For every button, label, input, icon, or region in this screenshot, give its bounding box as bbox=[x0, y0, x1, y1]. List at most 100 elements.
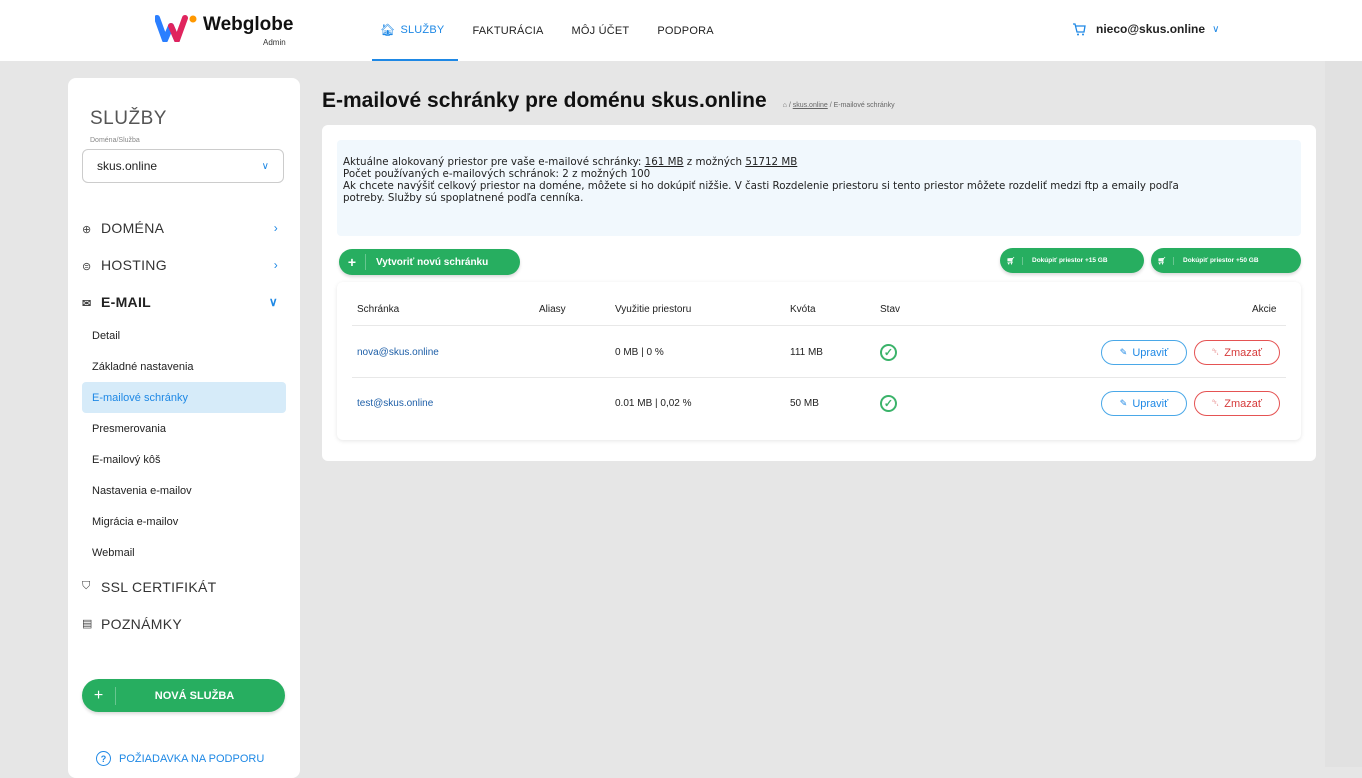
info-text: Aktuálne alokovaný priestor pre vaše e-m… bbox=[343, 156, 645, 168]
domain-select-value: skus.online bbox=[97, 159, 158, 173]
domain-select[interactable]: skus.online ∨ bbox=[82, 149, 284, 183]
sidebar-item-label: HOSTING bbox=[101, 256, 167, 273]
account-menu[interactable]: nieco@skus.online ∨ bbox=[1072, 22, 1219, 36]
support-request-link[interactable]: ? POŽIADAVKA NA PODPORU bbox=[96, 751, 264, 766]
edit-label: Upraviť bbox=[1132, 397, 1169, 410]
sidebar-item-label: POZNÁMKY bbox=[101, 615, 182, 632]
home-icon: 🏠︎ bbox=[380, 22, 396, 37]
col-header-mailbox: Schránka bbox=[357, 304, 400, 315]
new-service-button[interactable]: + NOVÁ SLUŽBA bbox=[82, 679, 285, 712]
chevron-right-icon: › bbox=[273, 257, 278, 272]
info-line-1: Aktuálne alokovaný priestor pre vaše e-m… bbox=[343, 156, 1301, 168]
sidebar-subtitle: Doména/Služba bbox=[90, 137, 140, 144]
mailbox-link[interactable]: nova@skus.online bbox=[357, 347, 439, 358]
notes-icon: ▤ bbox=[82, 618, 93, 630]
new-service-label: NOVÁ SLUŽBA bbox=[154, 689, 235, 702]
nav-label: MÔJ ÚČET bbox=[571, 24, 630, 37]
create-mailbox-button[interactable]: + Vytvoriť novú schránku bbox=[339, 249, 520, 275]
main-nav: 🏠︎ SLUŽBY FAKTURÁCIA MÔJ ÚČET PODPORA bbox=[372, 0, 728, 61]
status-ok-icon: ✓ bbox=[880, 344, 897, 361]
cart-icon[interactable] bbox=[1072, 22, 1086, 36]
sidebar-item-hosting[interactable]: ⊜ HOSTING › bbox=[82, 246, 286, 283]
sidebar-subitem-presmerovania[interactable]: Presmerovania bbox=[82, 413, 286, 444]
col-header-aliases: Aliasy bbox=[539, 304, 566, 315]
info-line-2: Počet používaných e-mailových schránok: … bbox=[343, 168, 651, 180]
cart-icon: 🛒︎ bbox=[1000, 256, 1023, 265]
brand-name: Webglobe bbox=[203, 14, 294, 35]
nav-podpora[interactable]: PODPORA bbox=[643, 0, 727, 61]
sidebar-item-ssl[interactable]: ⛉ SSL CERTIFIKÁT bbox=[82, 568, 286, 605]
sidebar-subitem-migracia-emailov[interactable]: Migrácia e-mailov bbox=[82, 506, 286, 537]
edit-button[interactable]: ✎ Upraviť bbox=[1101, 391, 1187, 416]
question-icon: ? bbox=[96, 751, 111, 766]
edit-label: Upraviť bbox=[1132, 346, 1169, 359]
sidebar: SLUŽBY Doména/Služba skus.online ∨ ⊕ DOMÉ… bbox=[68, 78, 300, 778]
sidebar-item-poznamky[interactable]: ▤ POZNÁMKY bbox=[82, 605, 286, 642]
sidebar-subitem-emailovy-kos[interactable]: E-mailový kôš bbox=[82, 444, 286, 475]
create-mailbox-label: Vytvoriť novú schránku bbox=[376, 256, 489, 268]
home-icon[interactable]: ⌂ bbox=[783, 102, 787, 109]
email-submenu: Detail Základné nastavenia E-mailové sch… bbox=[82, 320, 286, 568]
mailbox-link[interactable]: test@skus.online bbox=[357, 398, 433, 409]
sidebar-subitem-zakladne-nastavenia[interactable]: Základné nastavenia bbox=[82, 351, 286, 382]
sidebar-menu: ⊕ DOMÉNA › ⊜ HOSTING › ✉︎ E-MAIL ∨ Detail Z… bbox=[82, 209, 286, 642]
account-email: nieco@skus.online bbox=[1096, 22, 1206, 36]
allocated-space: 161 MB bbox=[644, 156, 684, 168]
delete-button[interactable]: ␡ Zmazať bbox=[1194, 391, 1280, 416]
right-strip bbox=[1325, 61, 1362, 767]
col-header-usage: Využitie priestoru bbox=[615, 304, 692, 315]
table-divider bbox=[352, 325, 1286, 326]
info-line-3: Ak chcete navýšiť celkový priestor na do… bbox=[343, 180, 1179, 192]
top-bar: Webglobe Admin 🏠︎ SLUŽBY FAKTURÁCIA MÔJ … bbox=[0, 0, 1362, 61]
buy-50gb-label: Dokúpiť priestor +50 GB bbox=[1183, 257, 1259, 264]
sidebar-item-label: E-MAIL bbox=[101, 293, 152, 310]
buy-50gb-button[interactable]: 🛒︎ Dokúpiť priestor +50 GB bbox=[1151, 248, 1301, 273]
edit-icon: ✎ bbox=[1119, 398, 1128, 408]
main-card: Aktuálne alokovaný priestor pre vaše e-m… bbox=[322, 125, 1316, 461]
breadcrumb: ⌂ / skus.online / E-mailové schránky bbox=[782, 102, 895, 109]
sidebar-item-email[interactable]: ✉︎ E-MAIL ∨ bbox=[82, 283, 286, 320]
brand-sub: Admin bbox=[263, 38, 286, 47]
nav-label: FAKTURÁCIA bbox=[472, 24, 544, 37]
col-header-quota: Kvóta bbox=[790, 304, 816, 315]
buy-15gb-label: Dokúpiť priestor +15 GB bbox=[1032, 257, 1108, 264]
sidebar-subitem-nastavenia-emailov[interactable]: Nastavenia e-mailov bbox=[82, 475, 286, 506]
envelope-icon: ✉︎ bbox=[82, 297, 92, 310]
delete-label: Zmazať bbox=[1224, 346, 1262, 359]
delete-button[interactable]: ␡ Zmazať bbox=[1194, 340, 1280, 365]
globe-icon: ⊕ bbox=[82, 223, 92, 236]
quota-cell: 111 MB bbox=[790, 347, 823, 358]
edit-button[interactable]: ✎ Upraviť bbox=[1101, 340, 1187, 365]
sidebar-subitem-webmail[interactable]: Webmail bbox=[82, 537, 286, 568]
nav-sluzby[interactable]: 🏠︎ SLUŽBY bbox=[372, 0, 459, 61]
logo[interactable]: Webglobe Admin bbox=[155, 14, 294, 47]
col-header-actions: Akcie bbox=[1252, 304, 1277, 315]
sidebar-subitem-detail[interactable]: Detail bbox=[82, 320, 286, 351]
info-box: Aktuálne alokovaný priestor pre vaše e-m… bbox=[337, 140, 1301, 236]
edit-icon: ✎ bbox=[1119, 347, 1128, 357]
buy-15gb-button[interactable]: 🛒︎ Dokúpiť priestor +15 GB bbox=[1000, 248, 1144, 273]
nav-fakturacia[interactable]: FAKTURÁCIA bbox=[458, 0, 557, 61]
support-label: POŽIADAVKA NA PODPORU bbox=[119, 752, 265, 765]
nav-moj-ucet[interactable]: MÔJ ÚČET bbox=[558, 0, 644, 61]
sidebar-item-label: SSL CERTIFIKÁT bbox=[101, 578, 217, 595]
sidebar-item-label: DOMÉNA bbox=[101, 219, 165, 236]
sidebar-item-domena[interactable]: ⊕ DOMÉNA › bbox=[82, 209, 286, 246]
plus-icon: + bbox=[339, 254, 366, 270]
table-divider bbox=[352, 377, 1286, 378]
page-header: E-mailové schránky pre doménu skus.onlin… bbox=[322, 89, 895, 113]
page-title: E-mailové schránky pre doménu skus.onlin… bbox=[322, 89, 767, 112]
status-ok-icon: ✓ bbox=[880, 395, 897, 412]
breadcrumb-link[interactable]: skus.online bbox=[793, 102, 828, 109]
trash-icon: ␡ bbox=[1212, 347, 1220, 357]
chevron-down-icon: ∨ bbox=[1212, 23, 1220, 35]
plus-icon: + bbox=[82, 686, 116, 705]
usage-cell: 0.01 MB | 0,02 % bbox=[615, 398, 692, 409]
breadcrumb-current: E-mailové schránky bbox=[833, 102, 895, 109]
info-line-4: potreby. Služby sú spoplatnené podľa cen… bbox=[343, 192, 584, 204]
mailbox-table: Schránka Aliasy Využitie priestoru Kvóta… bbox=[337, 282, 1301, 440]
quota-cell: 50 MB bbox=[790, 398, 819, 409]
sidebar-subitem-emailove-schranky[interactable]: E-mailové schránky bbox=[82, 382, 286, 413]
delete-label: Zmazať bbox=[1224, 397, 1262, 410]
possible-space: 51712 MB bbox=[745, 156, 798, 168]
